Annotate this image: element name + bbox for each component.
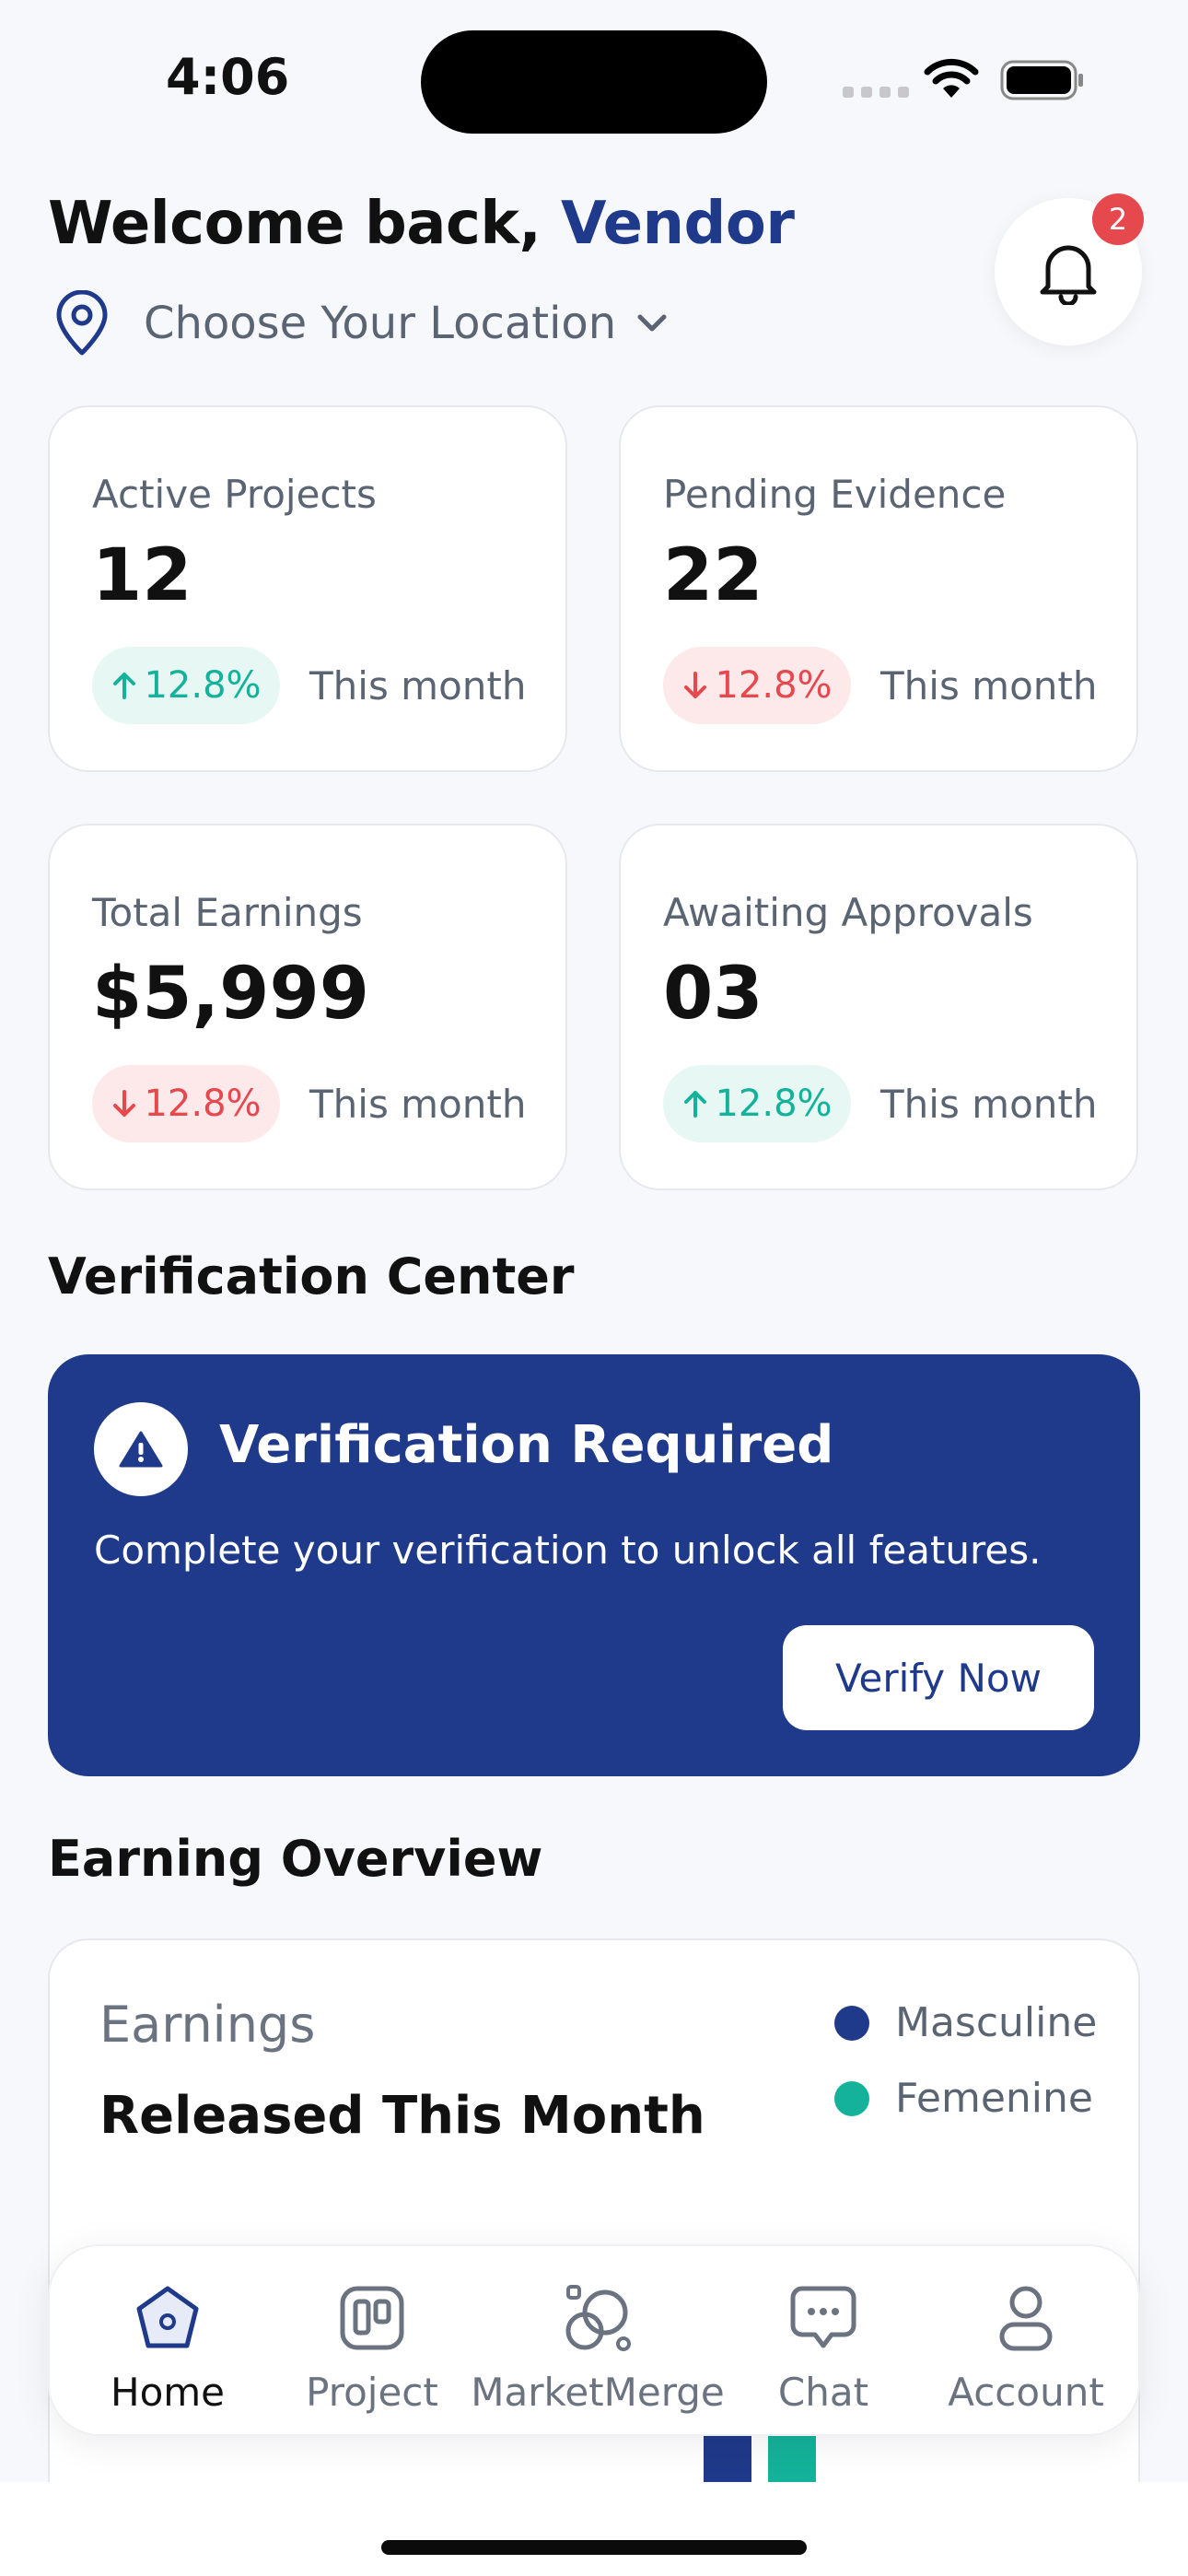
stat-label: Active Projects <box>92 472 377 517</box>
stat-change-badge: 12.8% <box>92 647 280 724</box>
notification-badge: 2 <box>1092 193 1144 245</box>
stat-card-total-earnings[interactable]: Total Earnings $5,999 12.8% This month <box>48 824 567 1190</box>
stat-change-value: 12.8% <box>144 1083 262 1125</box>
stat-label: Awaiting Approvals <box>663 890 1033 935</box>
home-screen: 4:06 Welcome back, Vendor Choose Your Lo… <box>0 0 1188 2576</box>
stat-value: 22 <box>663 534 763 617</box>
verification-banner: Verification Required Complete your veri… <box>48 1354 1140 1776</box>
cellular-signal-icon <box>843 87 909 98</box>
stat-period: This month <box>309 663 527 708</box>
nav-label: Home <box>110 2370 226 2415</box>
arrow-up-icon <box>684 1091 707 1118</box>
home-icon <box>136 2286 199 2348</box>
stat-change-badge: 12.8% <box>92 1065 280 1142</box>
legend-label: Masculine <box>895 1999 1098 2046</box>
stat-change-value: 12.8% <box>715 664 833 707</box>
warning-icon <box>119 1431 163 1468</box>
stat-label: Total Earnings <box>92 890 363 935</box>
bottom-safe-area <box>0 2482 1188 2576</box>
welcome-prefix: Welcome back, <box>48 190 562 258</box>
nav-label: Project <box>306 2370 438 2415</box>
nav-item-chat[interactable]: Chat <box>740 2246 906 2438</box>
nav-item-project[interactable]: Project <box>289 2246 455 2438</box>
nav-label: MarketMerge <box>471 2370 725 2415</box>
battery-icon <box>1000 60 1083 100</box>
stat-value: $5,999 <box>92 953 369 1036</box>
stat-card-awaiting-approvals[interactable]: Awaiting Approvals 03 12.8% This month <box>619 824 1138 1190</box>
nav-label: Account <box>948 2370 1104 2415</box>
verification-description: Complete your verification to unlock all… <box>94 1528 1042 1573</box>
home-indicator[interactable] <box>381 2540 807 2555</box>
legend-item-masculine: Masculine <box>834 1999 1097 2046</box>
legend-item-femenine: Femenine <box>834 2075 1093 2122</box>
location-pin-icon <box>56 290 108 356</box>
stat-value: 12 <box>92 534 192 617</box>
nav-item-marketmerge[interactable]: MarketMerge <box>471 2246 725 2438</box>
chat-icon <box>790 2286 856 2348</box>
stat-period: This month <box>880 1082 1098 1127</box>
arrow-up-icon <box>113 673 136 699</box>
marketmerge-icon <box>565 2285 631 2351</box>
legend-dot-masculine <box>834 2005 869 2041</box>
status-time: 4:06 <box>166 48 290 106</box>
verification-title: Verification Required <box>219 1415 834 1475</box>
arrow-down-icon <box>113 1090 136 1117</box>
stat-label: Pending Evidence <box>663 472 1007 517</box>
stat-change-badge: 12.8% <box>663 1065 851 1142</box>
stat-period: This month <box>309 1082 527 1127</box>
stat-card-active-projects[interactable]: Active Projects 12 12.8% This month <box>48 405 567 772</box>
nav-item-account[interactable]: Account <box>934 2246 1118 2438</box>
nav-item-home[interactable]: Home <box>85 2246 250 2438</box>
arrow-down-icon <box>684 672 707 698</box>
verification-section-title: Verification Center <box>48 1247 575 1306</box>
chevron-down-icon <box>637 314 667 332</box>
welcome-heading: Welcome back, Vendor <box>48 190 795 258</box>
dynamic-island <box>421 30 767 134</box>
board-icon <box>340 2286 404 2350</box>
legend-label: Femenine <box>895 2075 1093 2122</box>
stat-period: This month <box>880 663 1098 708</box>
bottom-navigation: Home Project MarketMerge Chat Account <box>48 2244 1140 2436</box>
user-name: Vendor <box>561 190 795 258</box>
stat-card-pending-evidence[interactable]: Pending Evidence 22 12.8% This month <box>619 405 1138 772</box>
wifi-icon <box>924 58 979 98</box>
warning-badge <box>94 1402 188 1496</box>
stat-value: 03 <box>663 953 763 1036</box>
stat-change-badge: 12.8% <box>663 647 851 724</box>
stat-change-value: 12.8% <box>144 664 262 707</box>
bell-icon <box>1040 245 1097 305</box>
nav-label: Chat <box>777 2370 869 2415</box>
earning-overview-title: Earning Overview <box>48 1830 543 1888</box>
user-icon <box>999 2286 1053 2351</box>
earnings-title: Released This Month <box>99 2086 705 2146</box>
location-selector[interactable]: Choose Your Location <box>53 290 668 357</box>
location-label: Choose Your Location <box>144 298 617 349</box>
stat-change-value: 12.8% <box>715 1083 833 1125</box>
legend-dot-femenine <box>834 2080 869 2116</box>
verify-now-button[interactable]: Verify Now <box>783 1625 1094 1730</box>
earnings-subtitle: Earnings <box>99 1996 316 2054</box>
